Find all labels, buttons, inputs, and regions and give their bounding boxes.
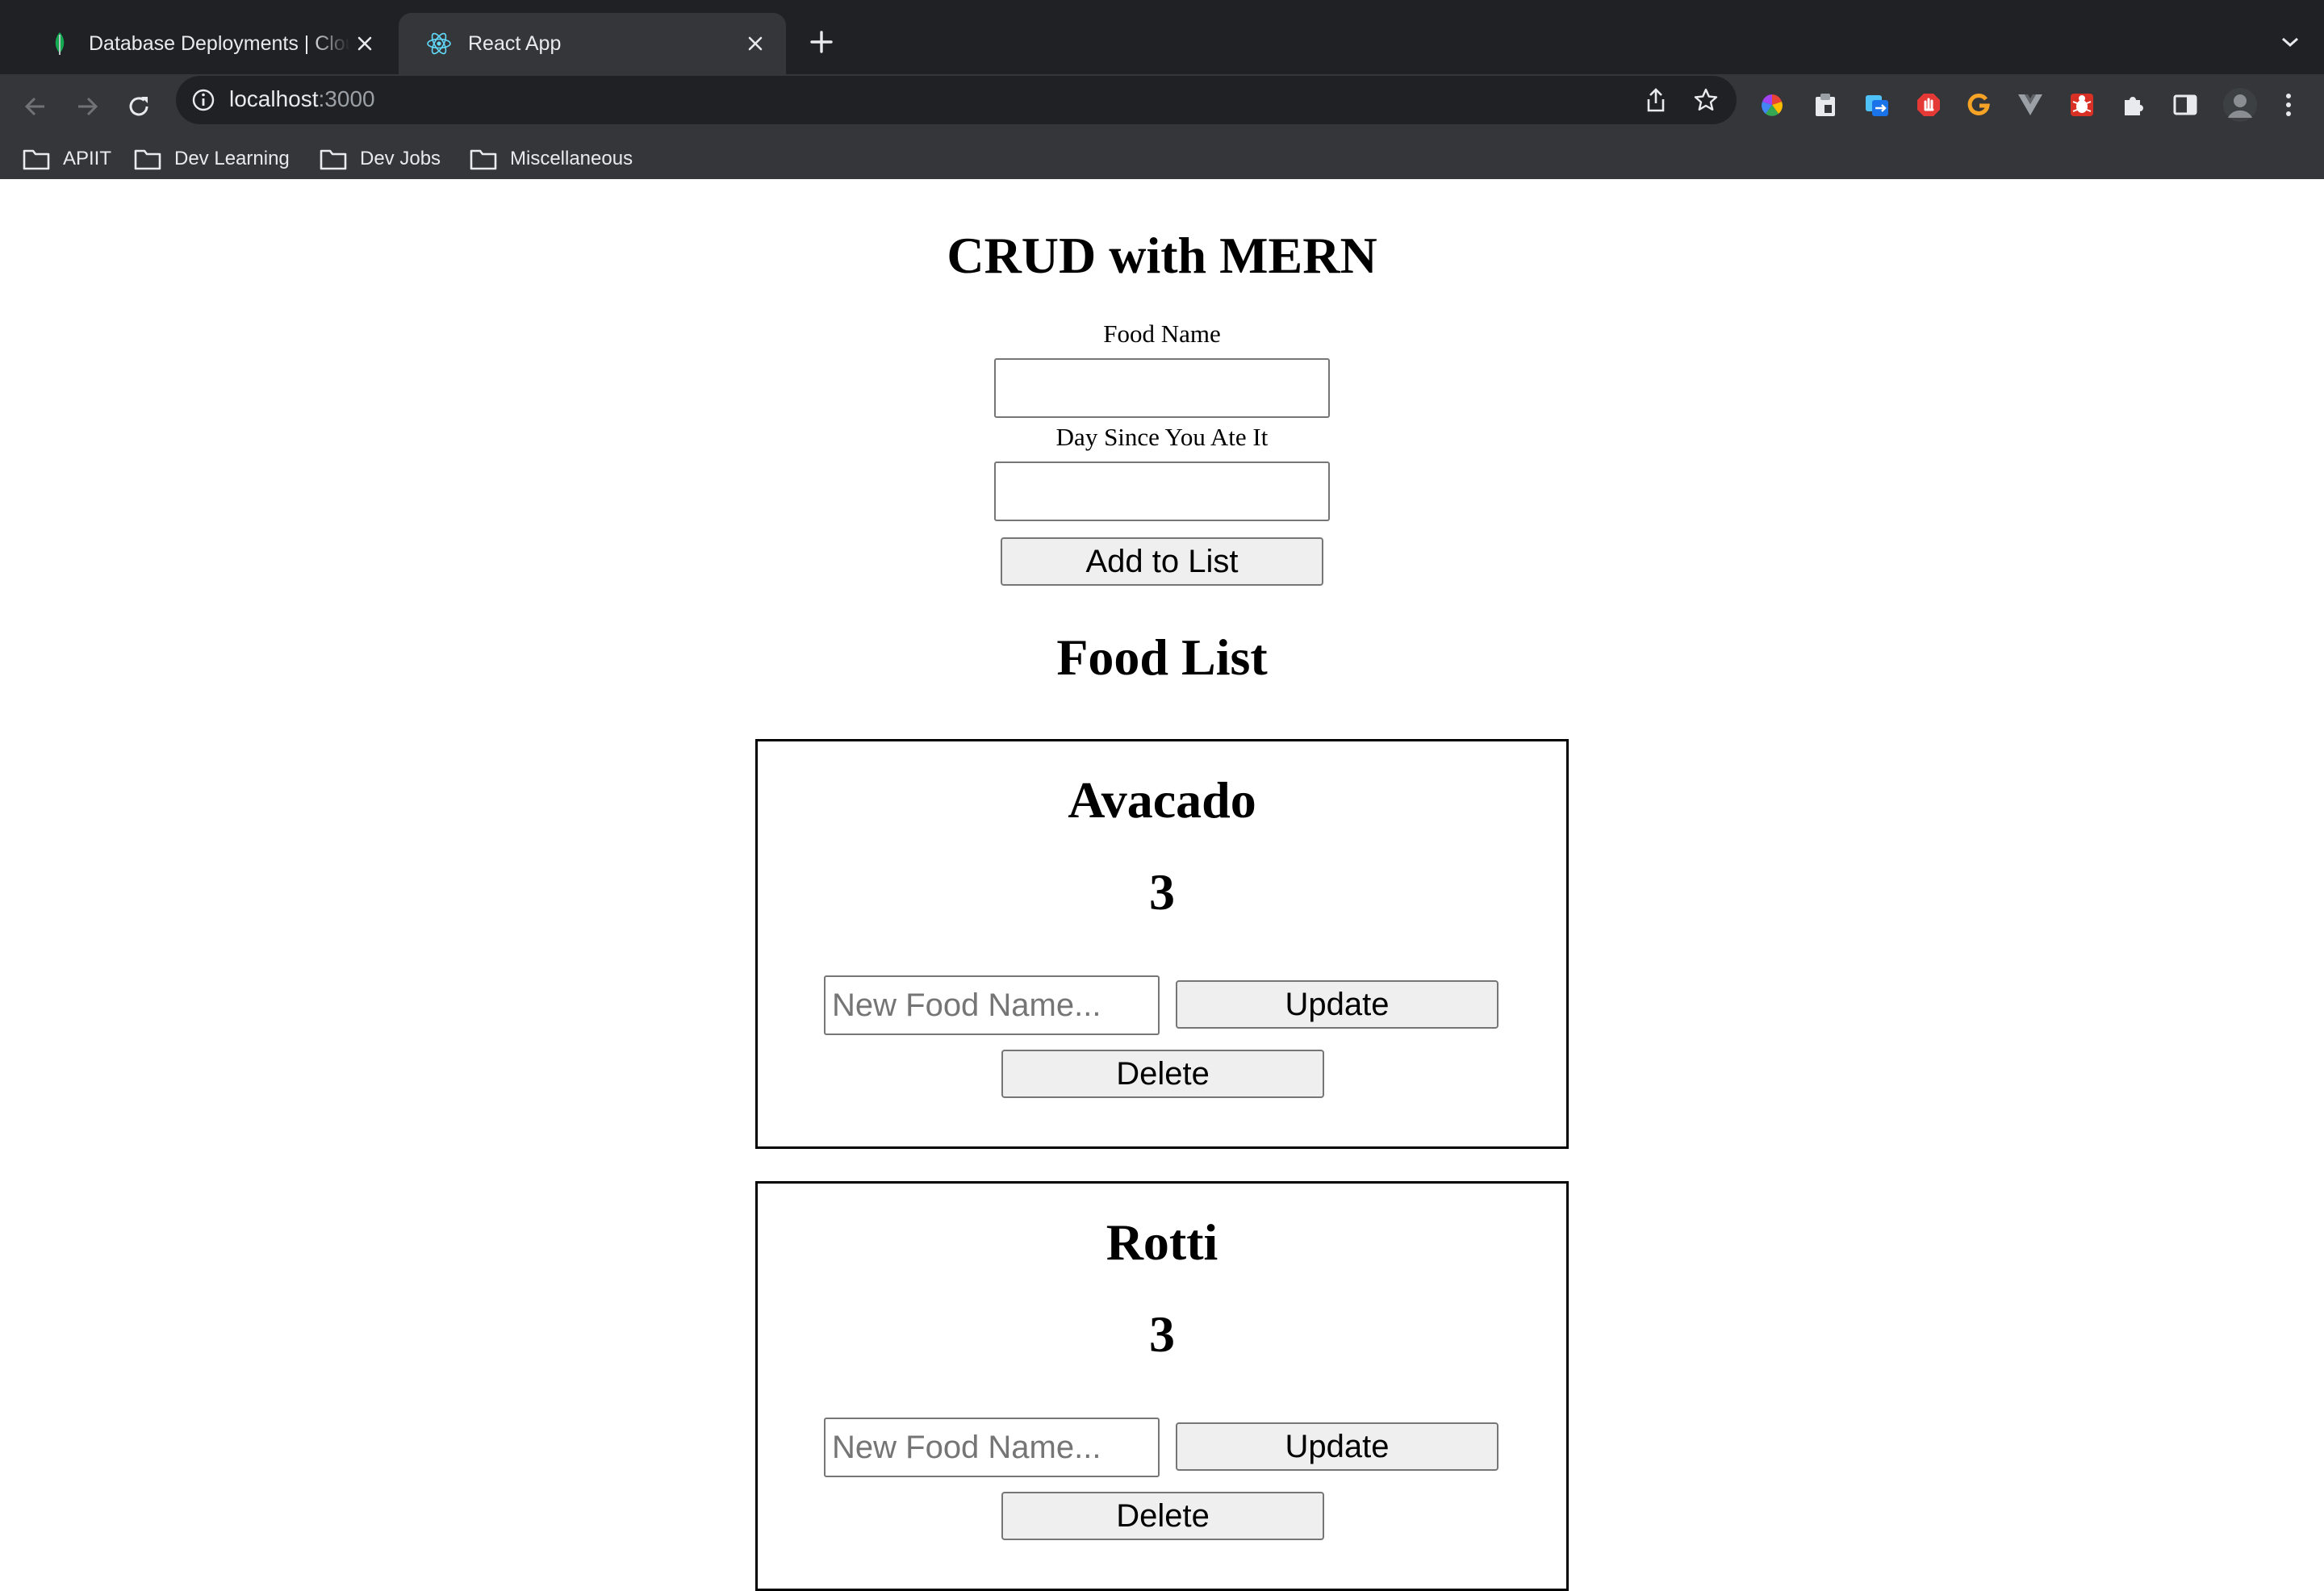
url-port: :3000 bbox=[318, 86, 375, 111]
close-tab-icon[interactable] bbox=[741, 29, 770, 58]
url-text[interactable]: localhost:3000 bbox=[229, 86, 375, 112]
react-app-page: CRUD with MERN Food Name Day Since You A… bbox=[0, 179, 2324, 1591]
page-title: CRUD with MERN bbox=[947, 227, 1377, 284]
folder-icon bbox=[134, 149, 161, 170]
react-icon bbox=[426, 31, 452, 56]
tab-react-app[interactable]: React App bbox=[399, 13, 786, 74]
food-item-card: Rotti 3 Update Delete bbox=[755, 1181, 1569, 1591]
folder-icon bbox=[320, 149, 347, 170]
translate-extension-icon[interactable] bbox=[1861, 89, 1893, 121]
new-food-name-input[interactable] bbox=[824, 975, 1160, 1035]
food-item-days: 3 bbox=[1149, 1305, 1175, 1363]
bookmark-star-icon[interactable] bbox=[1691, 86, 1720, 115]
browser-toolbar: localhost:3000 bbox=[0, 74, 2324, 139]
food-item-name: Rotti bbox=[1106, 1213, 1218, 1271]
tab-title: Database Deployments | Cloud bbox=[89, 31, 350, 55]
forward-arrow-icon[interactable] bbox=[65, 84, 110, 129]
bookmark-label: Dev Learning bbox=[174, 148, 290, 169]
update-button[interactable]: Update bbox=[1176, 1422, 1498, 1471]
tab-database-deployments[interactable]: Database Deployments | Cloud bbox=[19, 13, 395, 74]
clipboard-extension-icon[interactable] bbox=[1809, 89, 1841, 121]
tab-strip: Database Deployments | Cloud React App bbox=[0, 0, 2324, 74]
kebab-menu-icon[interactable] bbox=[2272, 89, 2305, 121]
food-list-title: Food List bbox=[1056, 628, 1268, 686]
folder-icon bbox=[23, 149, 50, 170]
tab-search-chevron-icon[interactable] bbox=[2272, 24, 2308, 60]
mongodb-leaf-icon bbox=[47, 31, 73, 56]
food-item-name: Avacado bbox=[1068, 771, 1256, 829]
new-food-name-input[interactable] bbox=[824, 1418, 1160, 1477]
folder-icon bbox=[470, 149, 497, 170]
food-name-input[interactable] bbox=[994, 358, 1330, 418]
bookmark-folder-apiit[interactable]: APIIT bbox=[23, 139, 111, 179]
bookmark-folder-dev-jobs[interactable]: Dev Jobs bbox=[320, 139, 441, 179]
bookmark-folder-miscellaneous[interactable]: Miscellaneous bbox=[470, 139, 633, 179]
grammarly-extension-icon[interactable] bbox=[1962, 89, 1995, 121]
address-bar[interactable]: localhost:3000 bbox=[176, 76, 1737, 124]
new-tab-icon[interactable] bbox=[804, 24, 839, 60]
bug-extension-icon[interactable] bbox=[2066, 89, 2098, 121]
adblock-extension-icon[interactable] bbox=[1912, 89, 1945, 121]
site-info-icon[interactable] bbox=[190, 87, 216, 113]
tab-title: React App bbox=[468, 31, 562, 55]
puzzle-extensions-icon[interactable] bbox=[2117, 89, 2150, 121]
side-panel-icon[interactable] bbox=[2169, 89, 2201, 121]
food-name-label: Food Name bbox=[1103, 319, 1221, 348]
color-wheel-extension-icon[interactable] bbox=[1756, 89, 1788, 121]
days-input[interactable] bbox=[994, 461, 1330, 521]
bookmark-label: APIIT bbox=[63, 148, 112, 169]
days-label: Day Since You Ate It bbox=[1055, 423, 1269, 451]
close-tab-icon[interactable] bbox=[350, 29, 379, 58]
back-arrow-icon[interactable] bbox=[13, 84, 58, 129]
update-button[interactable]: Update bbox=[1176, 980, 1498, 1029]
food-item-days: 3 bbox=[1149, 863, 1175, 921]
bookmarks-bar: APIIT Dev Learning Dev Jobs Miscellaneou… bbox=[0, 139, 2324, 179]
food-item-card: Avacado 3 Update Delete bbox=[755, 739, 1569, 1149]
bookmark-label: Dev Jobs bbox=[360, 148, 441, 169]
url-host: localhost bbox=[229, 86, 319, 111]
add-to-list-button[interactable]: Add to List bbox=[1001, 537, 1323, 586]
reload-icon[interactable] bbox=[116, 84, 161, 129]
bookmark-folder-dev-learning[interactable]: Dev Learning bbox=[134, 139, 290, 179]
profile-avatar[interactable] bbox=[2221, 86, 2259, 124]
bookmark-label: Miscellaneous bbox=[510, 148, 633, 169]
vue-devtools-extension-icon[interactable] bbox=[2014, 89, 2046, 121]
share-icon[interactable] bbox=[1641, 86, 1670, 115]
delete-button[interactable]: Delete bbox=[1001, 1050, 1324, 1098]
delete-button[interactable]: Delete bbox=[1001, 1492, 1324, 1540]
browser-chrome: Database Deployments | Cloud React App l… bbox=[0, 0, 2324, 179]
